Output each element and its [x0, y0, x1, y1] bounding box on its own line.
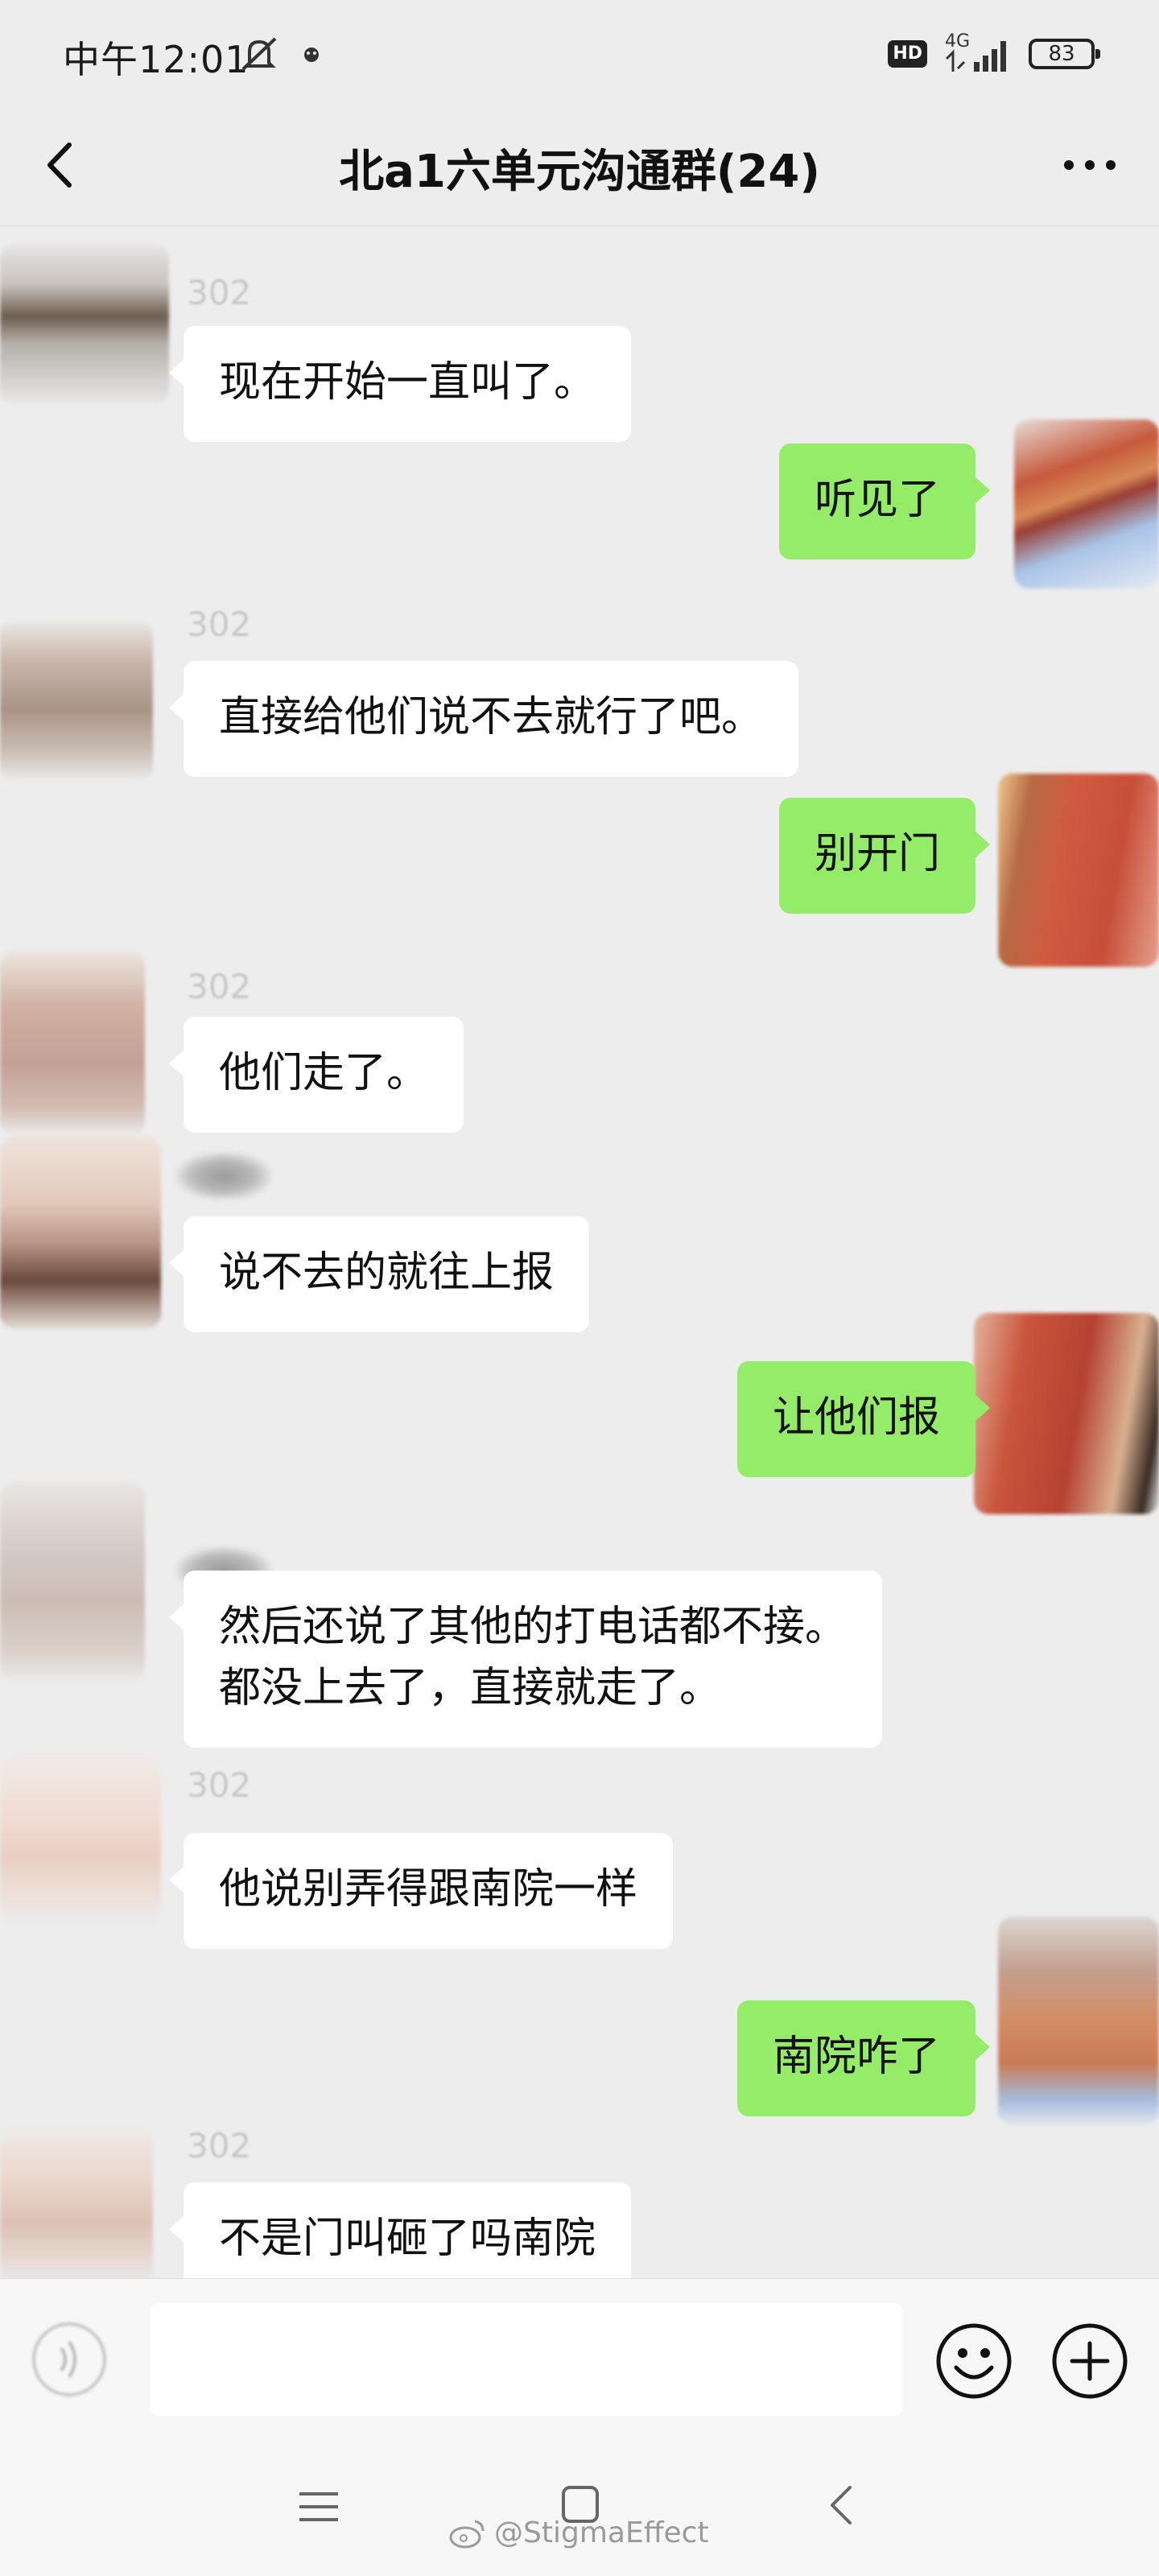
avatar[interactable]: [0, 2126, 153, 2278]
message-outgoing: 南院咋了: [0, 1917, 1159, 2126]
chat-title: 北a1六单元沟通群(24): [339, 146, 820, 198]
emoji-icon[interactable]: [934, 2321, 1014, 2401]
message-outgoing: 听见了: [0, 419, 1159, 597]
sender-name: 302: [187, 605, 252, 644]
watermark-text: @StigmaEffect: [494, 2516, 709, 2549]
weibo-logo-icon: [449, 2520, 485, 2549]
status-bar: 中午12:01 HD 4G 83: [0, 0, 1159, 105]
message-bubble[interactable]: 别开门: [778, 798, 991, 914]
nav-back-icon[interactable]: [823, 2481, 861, 2529]
signal-bars-icon: [945, 41, 1006, 72]
system-nav-bar: [0, 2439, 1159, 2576]
voice-icon[interactable]: [29, 2319, 109, 2400]
avatar[interactable]: [998, 774, 1159, 967]
avatar[interactable]: [0, 244, 169, 405]
sender-name: 302: [187, 1765, 252, 1805]
watermark: @StigmaEffect: [448, 2515, 709, 2550]
message-bubble[interactable]: 听见了: [778, 444, 991, 559]
signal-indicator: 4G: [942, 31, 1014, 75]
message-incoming: 302 不是门叫砸了吗南院: [0, 2126, 1159, 2278]
message-incoming: 然后还说了其他的打电话都不接。 都没上去了，直接就走了。: [0, 1434, 1159, 1756]
input-bar: [0, 2278, 1159, 2440]
message-bubble[interactable]: 直接给他们说不去就行了吧。: [168, 661, 799, 777]
more-dots-icon[interactable]: [1058, 145, 1122, 185]
message-outgoing: 别开门: [0, 774, 1159, 967]
avatar[interactable]: [0, 1482, 145, 1683]
sender-name: 302: [187, 2126, 252, 2165]
message-bubble[interactable]: 南院咋了: [736, 2000, 991, 2116]
avatar[interactable]: [0, 621, 153, 782]
battery-indicator: 83: [1029, 39, 1100, 69]
hd-badge: HD: [888, 40, 927, 68]
message-incoming: 说不去的就往上报: [0, 1136, 1159, 1332]
sender-name: 302: [187, 967, 252, 1006]
message-bubble[interactable]: 不是门叫砸了吗南院: [168, 2182, 632, 2278]
chat-header: 北a1六单元沟通群(24): [0, 105, 1159, 226]
avatar[interactable]: [1014, 419, 1159, 588]
avatar[interactable]: [998, 1917, 1159, 2126]
message-incoming: 302 现在开始一直叫了。: [0, 244, 1159, 442]
status-time: 中午12:01: [63, 38, 250, 81]
mute-bell-icon: [241, 37, 277, 71]
sender-name: 302: [187, 273, 252, 312]
message-bubble[interactable]: 他们走了。: [168, 1017, 464, 1133]
avatar[interactable]: [0, 1136, 161, 1329]
message-incoming: 302 他们走了。: [0, 951, 1159, 1152]
sender-name-redacted: [175, 1152, 272, 1200]
message-list[interactable]: 302 现在开始一直叫了。 听见了 302 直接给他们说不去就行了吧。 别开门 …: [0, 226, 1159, 2278]
message-incoming: 302 直接给他们说不去就行了吧。: [0, 597, 1159, 790]
recent-apps-menu-icon[interactable]: [295, 2486, 343, 2528]
message-bubble[interactable]: 然后还说了其他的打电话都不接。 都没上去了，直接就走了。: [168, 1571, 883, 1748]
avatar[interactable]: [0, 951, 145, 1136]
notification-app-icon: [304, 47, 319, 62]
status-indicators: HD 4G 83: [888, 31, 1100, 76]
avatar[interactable]: [0, 1756, 161, 1925]
message-input[interactable]: [150, 2303, 903, 2416]
plus-icon[interactable]: [1050, 2321, 1130, 2401]
